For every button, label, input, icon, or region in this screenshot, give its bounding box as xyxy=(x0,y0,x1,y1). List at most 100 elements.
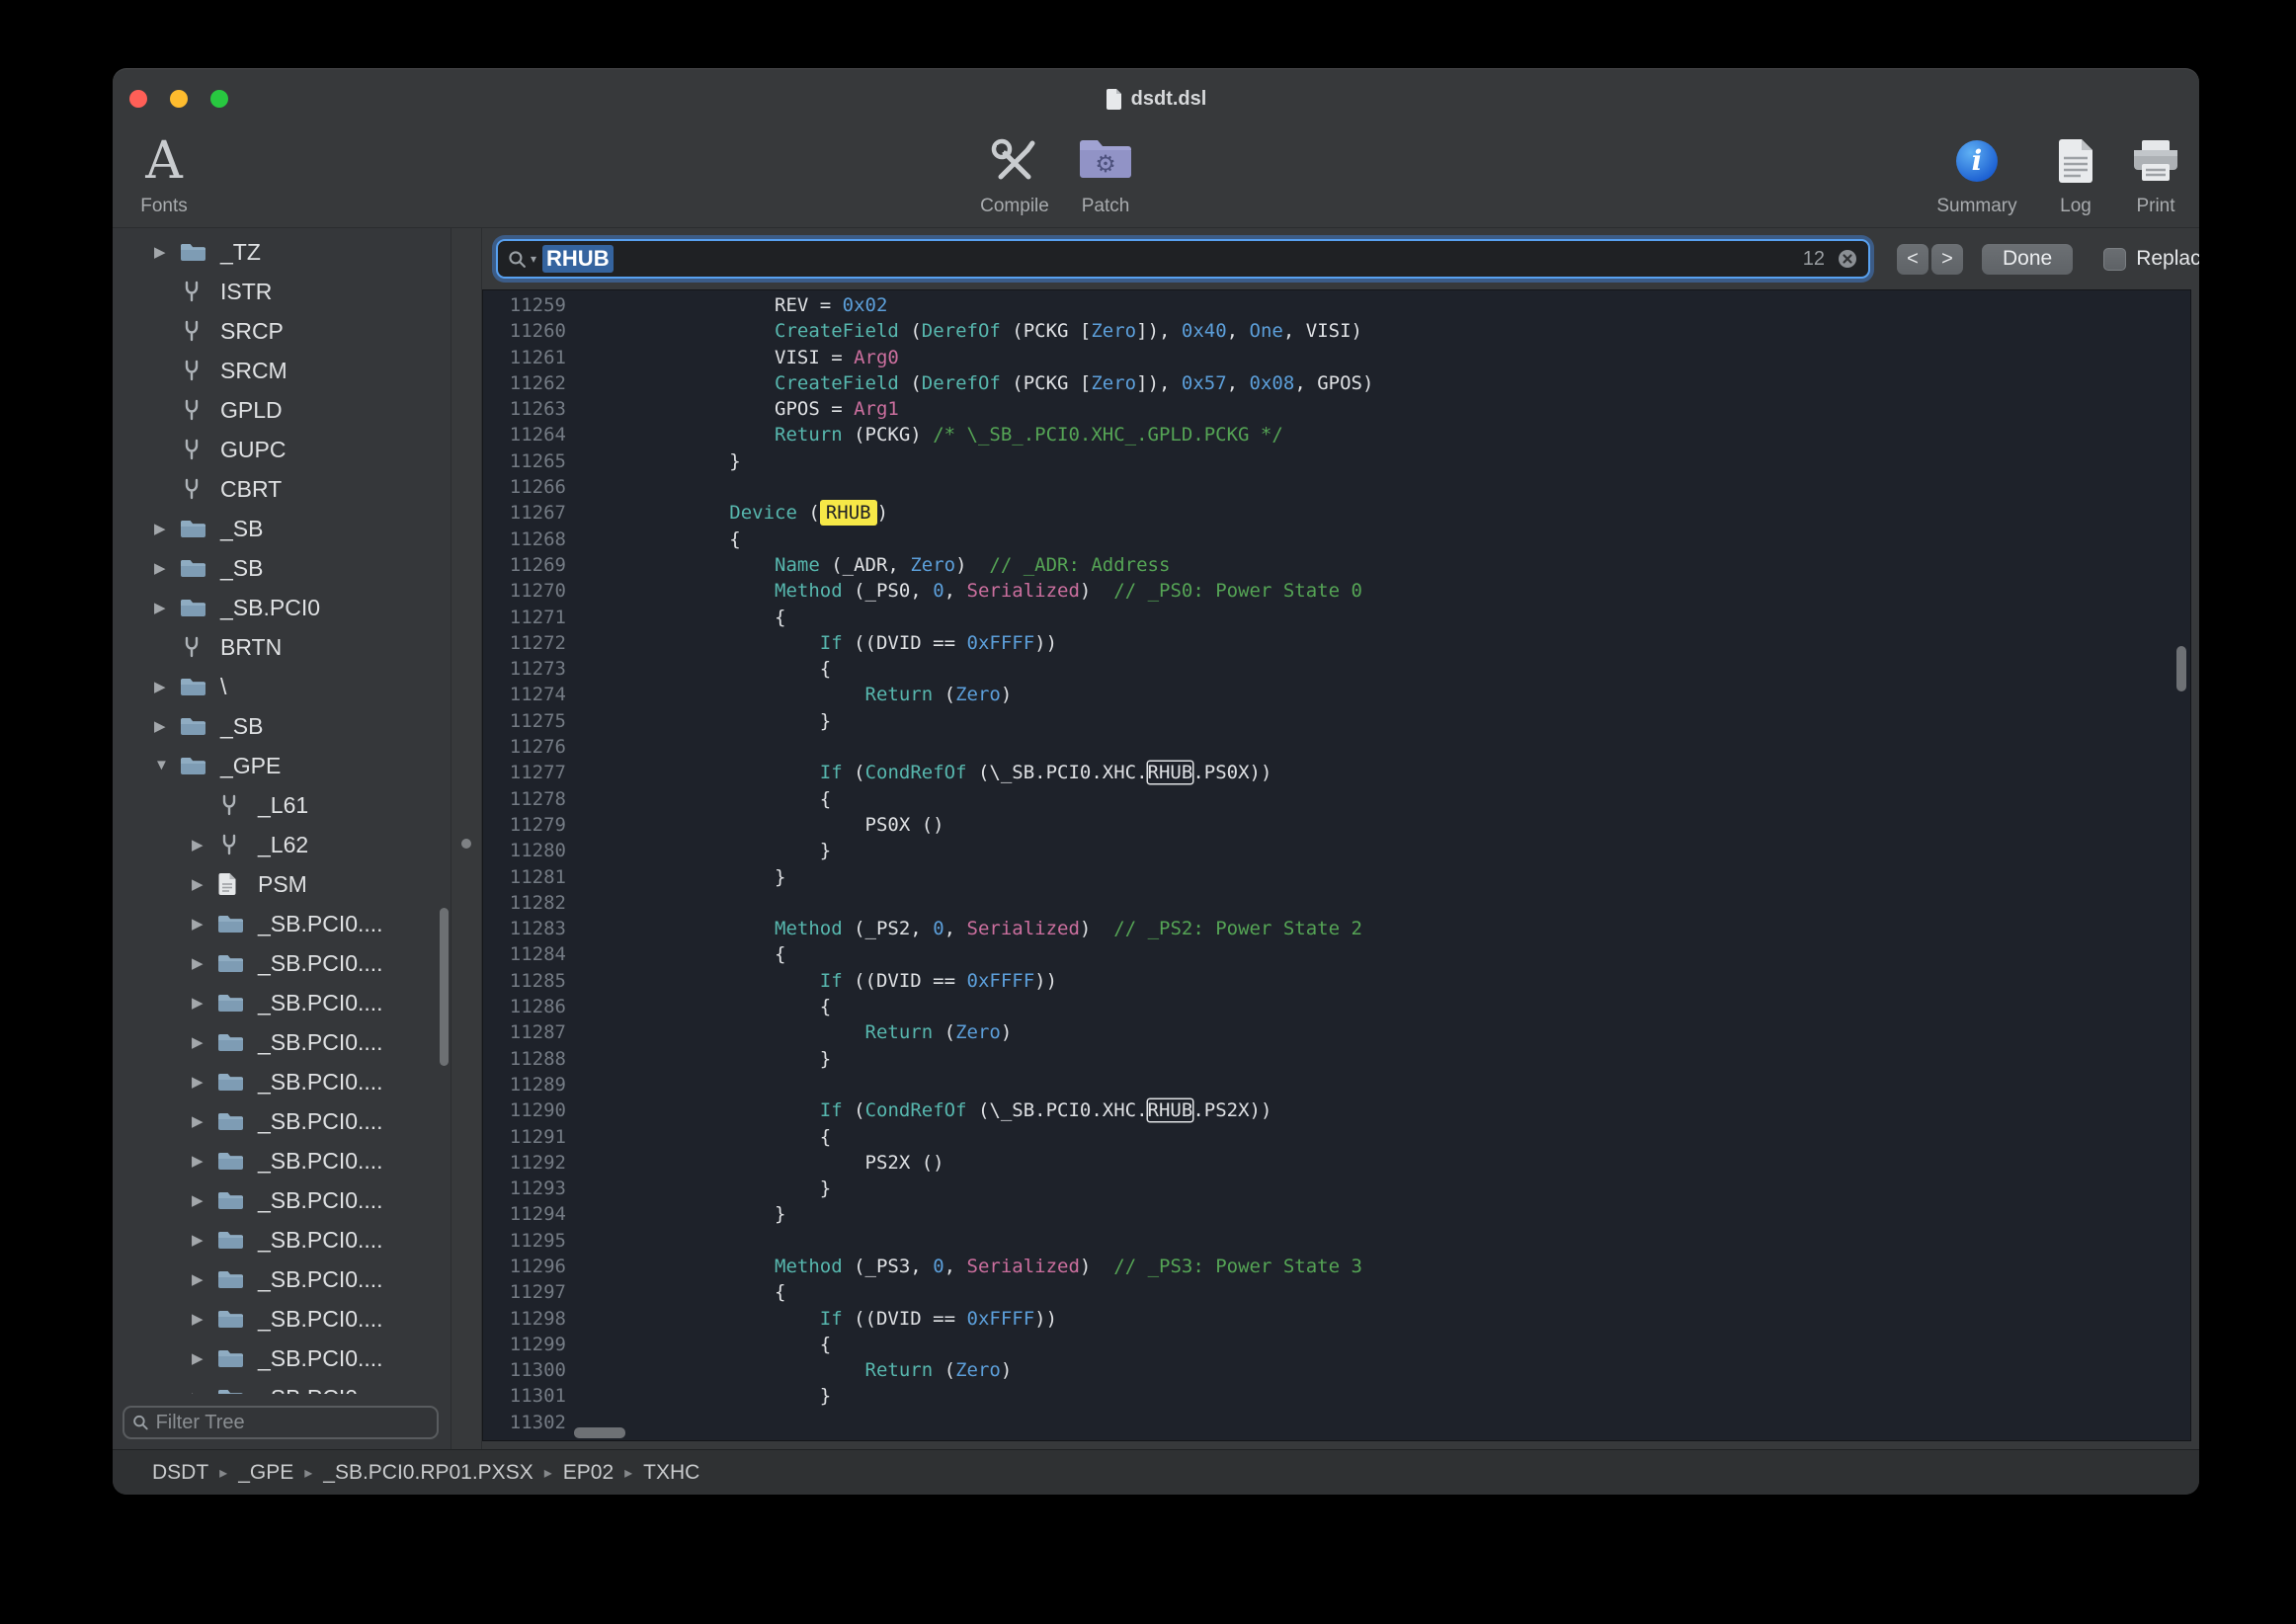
code-line: 11294 } xyxy=(483,1201,2190,1227)
fonts-button[interactable]: A Fonts xyxy=(113,129,233,217)
disclosure-triangle[interactable]: ▶ xyxy=(192,994,217,1012)
disclosure-triangle[interactable]: ▶ xyxy=(192,1270,217,1288)
tree-item[interactable]: SRCP xyxy=(113,311,451,351)
line-number: 11263 xyxy=(483,396,566,422)
tree-item[interactable]: ▶_SB xyxy=(113,548,451,588)
disclosure-triangle[interactable]: ▶ xyxy=(154,520,180,537)
code-line: 11269 Name (_ADR, Zero) // _ADR: Address xyxy=(483,552,2190,578)
tree-item[interactable]: ▶_SB.PCI0 xyxy=(113,588,451,627)
tree-item[interactable]: ▶_SB.PCI0.... xyxy=(113,1062,451,1101)
method-icon xyxy=(180,280,204,303)
line-number: 11289 xyxy=(483,1072,566,1097)
tree-item-label: _SB xyxy=(220,713,263,740)
tree-item-label: _SB.PCI0.... xyxy=(258,1266,383,1293)
tree-item[interactable]: _L61 xyxy=(113,785,451,825)
disclosure-triangle[interactable]: ▶ xyxy=(192,875,217,893)
code-line: 11272 If ((DVID == 0xFFFF)) xyxy=(483,630,2190,656)
folder-icon xyxy=(180,242,206,263)
tree-item[interactable]: ▶\ xyxy=(113,667,451,706)
disclosure-triangle[interactable]: ▶ xyxy=(154,678,180,695)
tree-item[interactable]: ▶ _SB.PCI0.... xyxy=(113,1259,451,1299)
breadcrumb-item[interactable]: TXHC xyxy=(643,1461,699,1485)
tree-item[interactable]: ▶_SB.PCI0.... xyxy=(113,1339,451,1378)
filter-tree-input[interactable] xyxy=(156,1412,429,1434)
code-line: 11292 PS2X () xyxy=(483,1150,2190,1176)
disclosure-triangle[interactable]: ▶ xyxy=(192,915,217,933)
tree-item[interactable]: ▶_SB.PCI0 xyxy=(113,1378,451,1394)
find-next-button[interactable]: > xyxy=(1931,244,1963,275)
code-editor[interactable]: 11259 REV = 0x0211260 CreateField (Deref… xyxy=(482,289,2191,1441)
line-number: 11288 xyxy=(483,1046,566,1072)
tree-item[interactable]: ▼_GPE xyxy=(113,746,451,785)
tree-item-label: _SB.PCI0.... xyxy=(258,1108,383,1135)
pane-splitter[interactable] xyxy=(451,228,482,1449)
code-line: 11274 Return (Zero) xyxy=(483,682,2190,707)
tree-item[interactable]: ▶_SB.PCI0.... xyxy=(113,1022,451,1062)
disclosure-triangle[interactable]: ▶ xyxy=(192,1349,217,1367)
disclosure-triangle[interactable]: ▶ xyxy=(154,599,180,616)
replace-toggle[interactable]: Replace xyxy=(2103,247,2199,271)
find-previous-button[interactable]: < xyxy=(1897,244,1928,275)
tree-item[interactable]: ▶_SB.PCI0.... xyxy=(113,983,451,1022)
tree-item[interactable]: ISTR xyxy=(113,272,451,311)
breadcrumb-item[interactable]: DSDT xyxy=(152,1461,208,1485)
method-icon xyxy=(180,359,204,382)
disclosure-triangle[interactable]: ▶ xyxy=(154,243,180,261)
sidebar-scrollbar-thumb[interactable] xyxy=(440,908,449,1066)
tree-item-label: _SB.PCI0.... xyxy=(258,950,383,977)
disclosure-triangle[interactable]: ▶ xyxy=(192,1231,217,1249)
tree-item[interactable]: SRCM xyxy=(113,351,451,390)
editor-horizontal-scrollbar-thumb[interactable] xyxy=(574,1427,625,1438)
filter-tree-field[interactable] xyxy=(123,1406,439,1439)
clear-search-icon[interactable] xyxy=(1837,248,1858,270)
tree-item[interactable]: ▶_SB.PCI0.... xyxy=(113,1299,451,1339)
tree-item[interactable]: ▶ _SB.PCI0.... xyxy=(113,1101,451,1141)
disclosure-triangle[interactable]: ▶ xyxy=(192,1073,217,1091)
print-button[interactable]: Print xyxy=(2087,129,2199,217)
tree-item[interactable]: ▶_SB xyxy=(113,509,451,548)
document-icon xyxy=(217,872,237,896)
tree-item[interactable]: ▶_L62 xyxy=(113,825,451,864)
search-input[interactable]: ▾ RHUB 12 xyxy=(496,239,1870,279)
tree-item[interactable]: ▶_SB.PCI0.... xyxy=(113,1220,451,1259)
disclosure-triangle[interactable]: ▶ xyxy=(192,1033,217,1051)
tree-item[interactable]: ▶PSM xyxy=(113,864,451,904)
chevron-down-icon[interactable]: ▾ xyxy=(531,252,536,266)
done-button[interactable]: Done xyxy=(1982,244,2073,275)
tree-item[interactable]: ▶ _SB xyxy=(113,706,451,746)
disclosure-triangle[interactable]: ▶ xyxy=(192,1112,217,1130)
tree-item[interactable]: GUPC xyxy=(113,430,451,469)
tree-item[interactable]: ▶_SB.PCI0.... xyxy=(113,1180,451,1220)
breadcrumb-item[interactable]: EP02 xyxy=(563,1461,614,1485)
tree-item-label: \ xyxy=(220,674,226,700)
disclosure-triangle[interactable]: ▶ xyxy=(192,1310,217,1328)
disclosure-triangle[interactable]: ▶ xyxy=(192,1191,217,1209)
tree-item[interactable]: ▶_SB.PCI0.... xyxy=(113,904,451,943)
folder-icon xyxy=(217,1230,244,1251)
tree-item[interactable]: ▶_TZ xyxy=(113,232,451,272)
tree-item[interactable]: BRTN xyxy=(113,627,451,667)
disclosure-triangle[interactable]: ▶ xyxy=(192,1389,217,1394)
line-number: 11290 xyxy=(483,1097,566,1123)
disclosure-triangle[interactable]: ▶ xyxy=(192,836,217,853)
line-number: 11277 xyxy=(483,760,566,785)
code-line: 11302 xyxy=(483,1410,2190,1435)
replace-checkbox[interactable] xyxy=(2103,248,2126,271)
disclosure-triangle[interactable]: ▶ xyxy=(192,1152,217,1170)
disclosure-triangle[interactable]: ▶ xyxy=(154,717,180,735)
title-bar[interactable]: dsdt.dsl xyxy=(113,68,2199,129)
tree-item[interactable]: GPLD xyxy=(113,390,451,430)
disclosure-triangle[interactable]: ▼ xyxy=(154,757,180,773)
editor-vertical-scrollbar-thumb[interactable] xyxy=(2176,646,2186,691)
tree-item[interactable]: CBRT xyxy=(113,469,451,509)
breadcrumb-item[interactable]: _SB.PCI0.RP01.PXSX xyxy=(323,1461,533,1485)
patch-button[interactable]: ⚙ Patch xyxy=(1036,129,1175,217)
splitter-handle[interactable] xyxy=(461,839,471,849)
print-label: Print xyxy=(2136,196,2174,217)
disclosure-triangle[interactable]: ▶ xyxy=(192,954,217,972)
tree-item[interactable]: ▶ _SB.PCI0.... xyxy=(113,943,451,983)
breadcrumb-item[interactable]: _GPE xyxy=(238,1461,293,1485)
tree-item[interactable]: ▶_SB.PCI0.... xyxy=(113,1141,451,1180)
code-line: 11290 If (CondRefOf (\_SB.PCI0.XHC.RHUB.… xyxy=(483,1097,2190,1123)
disclosure-triangle[interactable]: ▶ xyxy=(154,559,180,577)
